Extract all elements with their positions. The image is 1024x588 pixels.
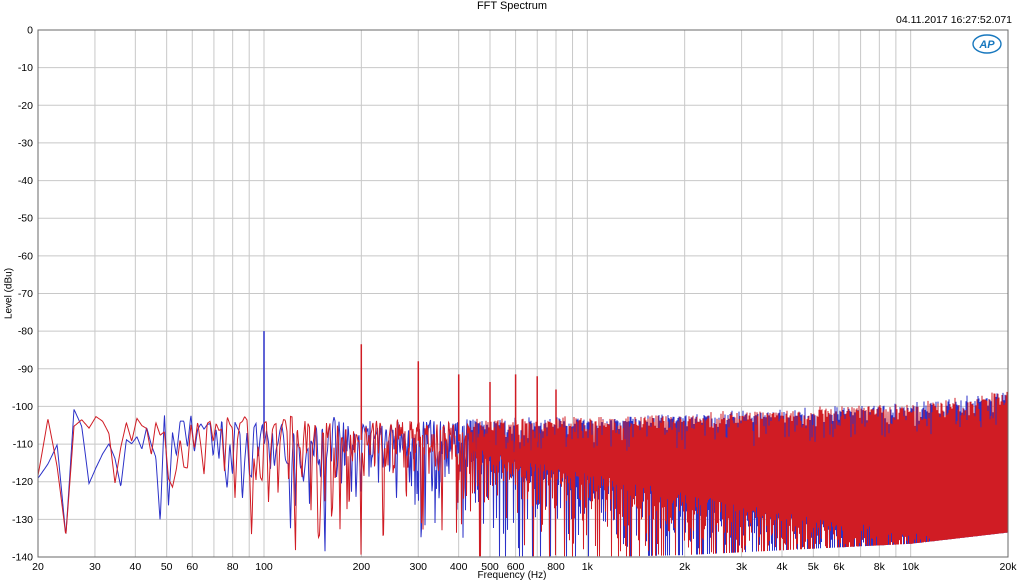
y-tick-label: -100	[12, 401, 33, 413]
y-tick-label: 0	[27, 25, 33, 37]
y-tick-label: -80	[18, 326, 33, 338]
fft-spectrum-window: FFT Spectrum 04.11.2017 16:27:52.071 0-1…	[0, 0, 1024, 588]
x-axis-label: Frequency (Hz)	[0, 570, 1024, 581]
y-tick-label: -90	[18, 363, 33, 375]
fft-plot: 0 -10 -20 -30 -40 -50 -60 -70 -80 -90 -100 -110 -120…	[0, 0, 1024, 588]
y-tick-label: -130	[12, 514, 33, 526]
y-tick-label: -120	[12, 476, 33, 488]
y-tick-label: -60	[18, 250, 33, 262]
y-tick-label: -140	[12, 552, 33, 564]
y-tick-label: -10	[18, 62, 33, 74]
y-tick-label: -50	[18, 213, 33, 225]
y-axis-label: Level (dBu)	[4, 249, 15, 339]
logo-text: AP	[978, 39, 995, 51]
y-tick-label: -110	[13, 439, 33, 451]
audio-precision-logo-icon: AP	[968, 33, 1006, 55]
y-tick-label: -40	[18, 175, 33, 187]
y-tick-label: -20	[18, 100, 33, 112]
y-tick-label: -70	[18, 288, 33, 300]
y-tick-label: -30	[18, 137, 33, 149]
